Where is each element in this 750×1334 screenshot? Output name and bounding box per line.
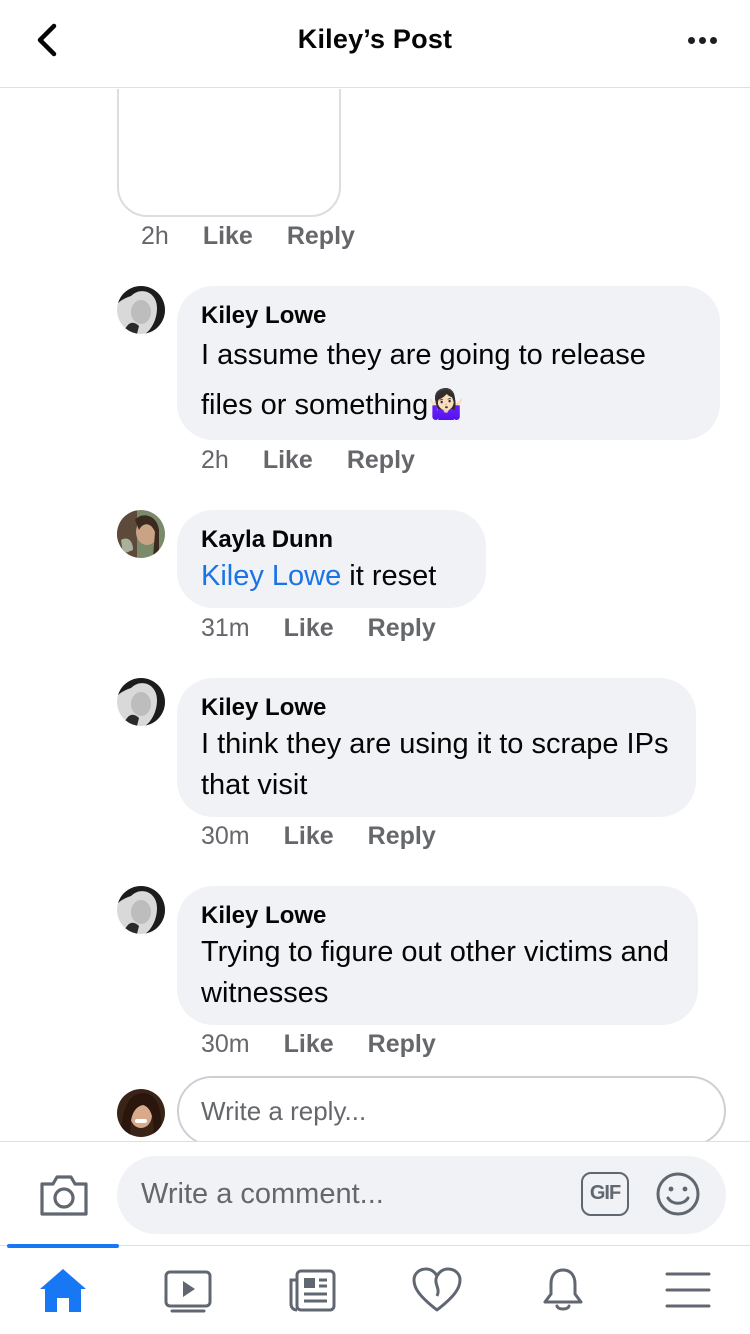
- comment-author[interactable]: Kiley Lowe: [201, 300, 696, 332]
- top-nav-bar: Kiley’s Post: [0, 0, 750, 88]
- reply-input[interactable]: Write a reply...: [177, 1076, 726, 1141]
- camera-icon: [40, 1175, 88, 1216]
- menu-icon: [665, 1272, 711, 1308]
- like-button[interactable]: Like: [284, 1030, 334, 1059]
- comment-meta: 31m Like Reply: [201, 614, 436, 643]
- tab-notifications[interactable]: [535, 1264, 591, 1316]
- comment-text: Trying to figure out other victims and w…: [201, 936, 669, 1009]
- like-button[interactable]: Like: [284, 822, 334, 851]
- comment-time[interactable]: 30m: [201, 822, 250, 851]
- more-options-button[interactable]: [682, 22, 722, 58]
- video-icon: [164, 1270, 212, 1313]
- comment-composer-bar: Write a comment... GIF: [0, 1141, 750, 1245]
- comment-meta: 2h Like Reply: [201, 446, 415, 475]
- home-icon: [40, 1269, 86, 1312]
- comment-text: Kiley Lowe it reset: [201, 556, 462, 597]
- tab-home[interactable]: [35, 1264, 91, 1316]
- reply-button[interactable]: Reply: [368, 822, 436, 851]
- comment-author[interactable]: Kayla Dunn: [201, 524, 462, 556]
- comment-text-body: it reset: [341, 560, 437, 592]
- reply-button[interactable]: Reply: [368, 614, 436, 643]
- comment-author[interactable]: Kiley Lowe: [201, 692, 672, 724]
- emoji-button[interactable]: [654, 1170, 702, 1218]
- comment-input[interactable]: Write a comment... GIF: [117, 1156, 726, 1234]
- tab-news[interactable]: [284, 1264, 340, 1316]
- avatar[interactable]: [117, 886, 165, 934]
- avatar-photo-icon: [117, 286, 165, 334]
- comment-author[interactable]: Kiley Lowe: [201, 900, 674, 932]
- like-button[interactable]: Like: [203, 222, 253, 251]
- avatar-photo-icon: [117, 510, 165, 558]
- comment-bubble[interactable]: Kiley Lowe I assume they are going to re…: [177, 286, 720, 440]
- bottom-tab-bar: [0, 1244, 750, 1334]
- dot-icon: [709, 36, 717, 44]
- comment-time[interactable]: 31m: [201, 614, 250, 643]
- reply-button[interactable]: Reply: [287, 222, 355, 251]
- avatar[interactable]: [117, 286, 165, 334]
- mention-link[interactable]: Kiley Lowe: [201, 560, 341, 592]
- comment-bubble[interactable]: Kiley Lowe Trying to figure out other vi…: [177, 886, 698, 1025]
- comment-attachment[interactable]: [117, 89, 341, 217]
- tab-menu[interactable]: [660, 1264, 716, 1316]
- camera-button[interactable]: [38, 1172, 90, 1218]
- comment-meta: 30m Like Reply: [201, 822, 436, 851]
- avatar-photo-icon: [117, 1089, 165, 1137]
- avatar-photo-icon: [117, 886, 165, 934]
- comment-time[interactable]: 30m: [201, 1030, 250, 1059]
- dating-heart-icon: [412, 1267, 462, 1312]
- page-title: Kiley’s Post: [297, 24, 453, 54]
- avatar[interactable]: [117, 678, 165, 726]
- avatar[interactable]: [117, 510, 165, 558]
- reply-button[interactable]: Reply: [347, 446, 415, 475]
- avatar-photo-icon: [117, 678, 165, 726]
- comment-time[interactable]: 2h: [141, 222, 169, 251]
- comment-text: I think they are using it to scrape IPs …: [201, 728, 669, 801]
- like-button[interactable]: Like: [263, 446, 313, 475]
- comments-thread: 2h Like Reply Kiley Lowe I assume they a…: [0, 89, 750, 1141]
- active-tab-indicator: [7, 1244, 119, 1248]
- smiley-icon: [656, 1172, 700, 1216]
- news-icon: [289, 1269, 336, 1312]
- dot-icon: [698, 36, 706, 44]
- like-button[interactable]: Like: [284, 614, 334, 643]
- comment-time[interactable]: 2h: [201, 446, 229, 475]
- comment-bubble[interactable]: Kiley Lowe I think they are using it to …: [177, 678, 696, 817]
- reply-button[interactable]: Reply: [368, 1030, 436, 1059]
- dot-icon: [687, 36, 695, 44]
- current-user-avatar: [117, 1089, 165, 1137]
- tab-watch[interactable]: [160, 1264, 216, 1316]
- tab-dating[interactable]: [409, 1264, 465, 1316]
- gif-button[interactable]: GIF: [581, 1172, 629, 1216]
- comment-input-placeholder: Write a comment...: [141, 1178, 384, 1210]
- comment-meta: 2h Like Reply: [141, 222, 355, 251]
- comment-bubble[interactable]: Kayla Dunn Kiley Lowe it reset: [177, 510, 486, 608]
- comment-meta: 30m Like Reply: [201, 1030, 436, 1059]
- bell-icon: [543, 1268, 583, 1311]
- comment-text: I assume they are going to release files…: [201, 339, 646, 421]
